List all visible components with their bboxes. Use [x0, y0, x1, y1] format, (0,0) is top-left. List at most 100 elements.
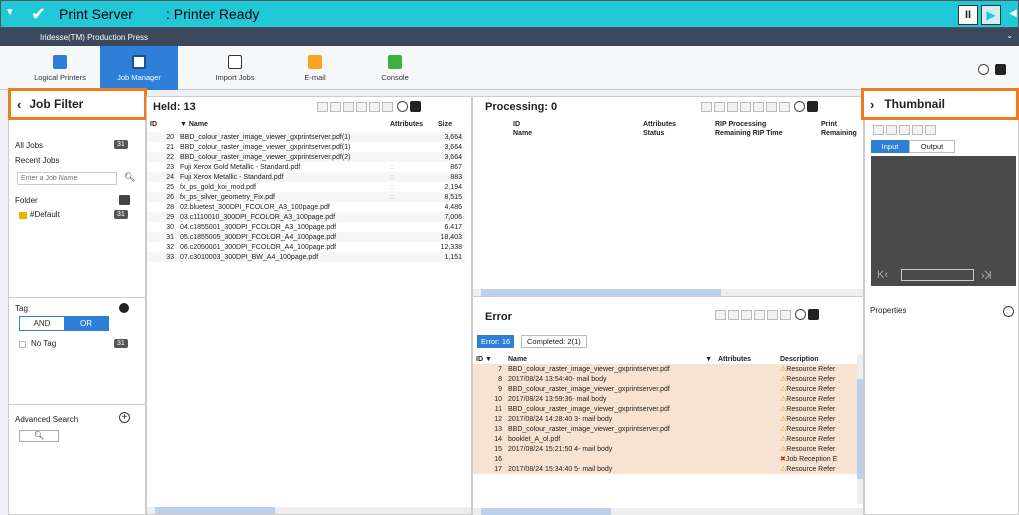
layout-icon[interactable]	[808, 309, 820, 320]
copy-icon[interactable]	[330, 102, 341, 112]
table-row[interactable]: 26 fx_ps_silver_geometry_Fix.pdf:: 8,515	[147, 192, 465, 202]
table-row[interactable]: 9 BBD_colour_raster_image_viewer_gxprints…	[473, 384, 857, 394]
and-or-toggle[interactable]: AND OR	[19, 316, 109, 331]
table-row[interactable]: 30 04.c1855001_300DPI_FCOLOR_A3_100page.p…	[147, 222, 465, 232]
layout-icon[interactable]	[995, 64, 1006, 75]
toolbar-console[interactable]: Console	[360, 46, 430, 90]
vertical-scrollbar[interactable]	[857, 354, 863, 504]
toolbar-import-jobs[interactable]: Import Jobs	[200, 46, 270, 90]
folder-add-icon[interactable]	[119, 195, 130, 205]
page-number-input[interactable]	[901, 269, 974, 281]
delete-icon[interactable]	[766, 102, 777, 112]
col-size[interactable]: Size	[435, 119, 465, 129]
properties-icon[interactable]	[779, 102, 790, 112]
layout-icon[interactable]	[410, 101, 422, 112]
table-row[interactable]: 13 BBD_colour_raster_image_viewer_gxprint…	[473, 424, 857, 434]
table-row[interactable]: 7 BBD_colour_raster_image_viewer_gxprints…	[473, 364, 857, 374]
tab-input[interactable]: Input	[871, 140, 909, 153]
move-up-icon[interactable]	[740, 102, 751, 112]
copy-icon[interactable]	[728, 310, 739, 320]
settings-icon[interactable]	[978, 64, 989, 75]
toolbar-email[interactable]: E-mail	[280, 46, 350, 90]
table-row[interactable]: 15 2017/08/24 15:21:50 4- mail body ⚠Resou…	[473, 444, 857, 454]
tab-completed[interactable]: Completed: 2(1)	[521, 335, 587, 348]
toolbar-job-manager[interactable]: Job Manager	[100, 46, 178, 90]
chevron-right-icon[interactable]: ›	[870, 97, 874, 112]
chevron-down-icon[interactable]: ⌄	[1006, 31, 1013, 40]
table-row[interactable]: 10 2017/08/24 13:59:36- mail body ⚠Resourc…	[473, 394, 857, 404]
play-button[interactable]: ▶	[981, 5, 1001, 25]
copy-icon[interactable]	[886, 125, 897, 135]
table-row[interactable]: 17 2017/08/24 15:34:40 5- mail body ⚠Resou…	[473, 464, 857, 474]
col-id[interactable]: ID ▼	[473, 354, 505, 364]
table-row[interactable]: 31 05.c1855005_300DPI_FCOLOR_A4_100page.p…	[147, 232, 465, 242]
settings-icon[interactable]	[795, 309, 807, 320]
folder-item-default[interactable]: #Default	[30, 210, 60, 220]
delete-icon[interactable]	[767, 310, 778, 320]
table-row[interactable]: 24 Fuji Xerox Metallic - Standard.pdf:: 88…	[147, 172, 465, 182]
table-row[interactable]: 16 ✖Job Reception E	[473, 454, 857, 464]
thumbnail-header[interactable]: › Thumbnail	[861, 88, 1019, 120]
table-row[interactable]: 20 BBD_colour_raster_image_viewer_gxprint…	[147, 132, 465, 142]
delete-icon[interactable]	[369, 102, 380, 112]
add-search-button[interactable]: +	[119, 412, 130, 423]
col-description[interactable]: Description	[777, 354, 857, 364]
table-row[interactable]: 32 06.c2050001_300DPI_FCOLOR_A4_100page.p…	[147, 242, 465, 252]
view-icon[interactable]	[912, 125, 923, 135]
table-row[interactable]: 33 07.c3010003_300DPI_BW_A4_100page.pdf 1,…	[147, 252, 465, 262]
job-name-search-input[interactable]	[17, 172, 117, 185]
play-icon[interactable]	[715, 310, 726, 320]
col-name[interactable]: Name ▼	[505, 354, 715, 364]
horizontal-scrollbar[interactable]	[147, 507, 471, 514]
view-icon[interactable]	[356, 102, 367, 112]
and-option[interactable]: AND	[20, 317, 64, 330]
col-id[interactable]: ID	[147, 119, 177, 129]
last-page-icon[interactable]: ›ꓘ	[981, 269, 992, 282]
processing-col-print[interactable]: Print Remaining	[821, 120, 857, 138]
table-row[interactable]: 21 BBD_colour_raster_image_viewer_gxprint…	[147, 142, 465, 152]
tab-output[interactable]: Output	[909, 140, 955, 153]
or-option[interactable]: OR	[64, 317, 108, 330]
job-filter-header[interactable]: ‹ Job Filter	[8, 88, 147, 120]
processing-col-attributes[interactable]: Attributes Status	[643, 120, 676, 138]
tab-error[interactable]: Error: 16	[477, 335, 515, 348]
undo-icon[interactable]	[701, 102, 712, 112]
play-icon[interactable]	[317, 102, 328, 112]
move-down-icon[interactable]	[727, 102, 738, 112]
duplicate-icon[interactable]	[741, 310, 752, 320]
processing-scrollbar[interactable]	[473, 289, 863, 296]
processing-col-id-name[interactable]: ID Name	[513, 120, 532, 138]
view-icon[interactable]	[754, 310, 765, 320]
table-row[interactable]: 28 02.bluetest_300DPI_FCOLOR_A3_100page.p…	[147, 202, 465, 212]
close-icon[interactable]	[899, 125, 910, 135]
settings-icon[interactable]	[794, 101, 806, 112]
table-row[interactable]: 29 03.c1110010_300DPI_FCOLOR_A3_100page.p…	[147, 212, 465, 222]
processing-col-rip[interactable]: RIP Processing Remaining RIP Time	[715, 120, 782, 138]
advanced-search-button[interactable]: 🔍︎	[19, 430, 59, 442]
first-page-icon[interactable]: K‹	[877, 269, 888, 281]
properties-icon[interactable]	[382, 102, 393, 112]
table-row[interactable]: 25 fx_ps_gold_koi_mod.pdf:: 2,194	[147, 182, 465, 192]
properties-settings-icon[interactable]	[1003, 306, 1014, 317]
layout-icon[interactable]	[807, 101, 819, 112]
table-row[interactable]: 22 BBD_colour_raster_image_viewer_gxprint…	[147, 152, 465, 162]
table-row[interactable]: 11 BBD_colour_raster_image_viewer_gxprint…	[473, 404, 857, 414]
search-icon[interactable]: 🔍︎	[124, 172, 135, 183]
table-row[interactable]: 8 2017/08/24 13:54:40- mail body ⚠Resource…	[473, 374, 857, 384]
col-attributes[interactable]: Attributes	[387, 119, 435, 129]
settings-icon[interactable]	[397, 101, 409, 112]
collapse-icon[interactable]: ◀	[1009, 8, 1017, 19]
copy-icon[interactable]	[714, 102, 725, 112]
move-bottom-icon[interactable]	[753, 102, 764, 112]
table-row[interactable]: 14 booklet_A_ol.pdf ⚠Resource Refer	[473, 434, 857, 444]
properties-icon[interactable]	[780, 310, 791, 320]
duplicate-icon[interactable]	[343, 102, 354, 112]
col-name[interactable]: ▼ Name	[177, 119, 387, 129]
error-horizontal-scrollbar[interactable]	[473, 508, 863, 515]
toolbar-logical-printers[interactable]: Logical Printers	[20, 46, 100, 90]
chevron-left-icon[interactable]: ‹	[17, 97, 21, 112]
expand-icon[interactable]	[925, 125, 936, 135]
play-icon[interactable]	[873, 125, 884, 135]
menu-dropdown-icon[interactable]: ▼	[5, 7, 17, 21]
pause-button[interactable]: II	[958, 5, 978, 25]
